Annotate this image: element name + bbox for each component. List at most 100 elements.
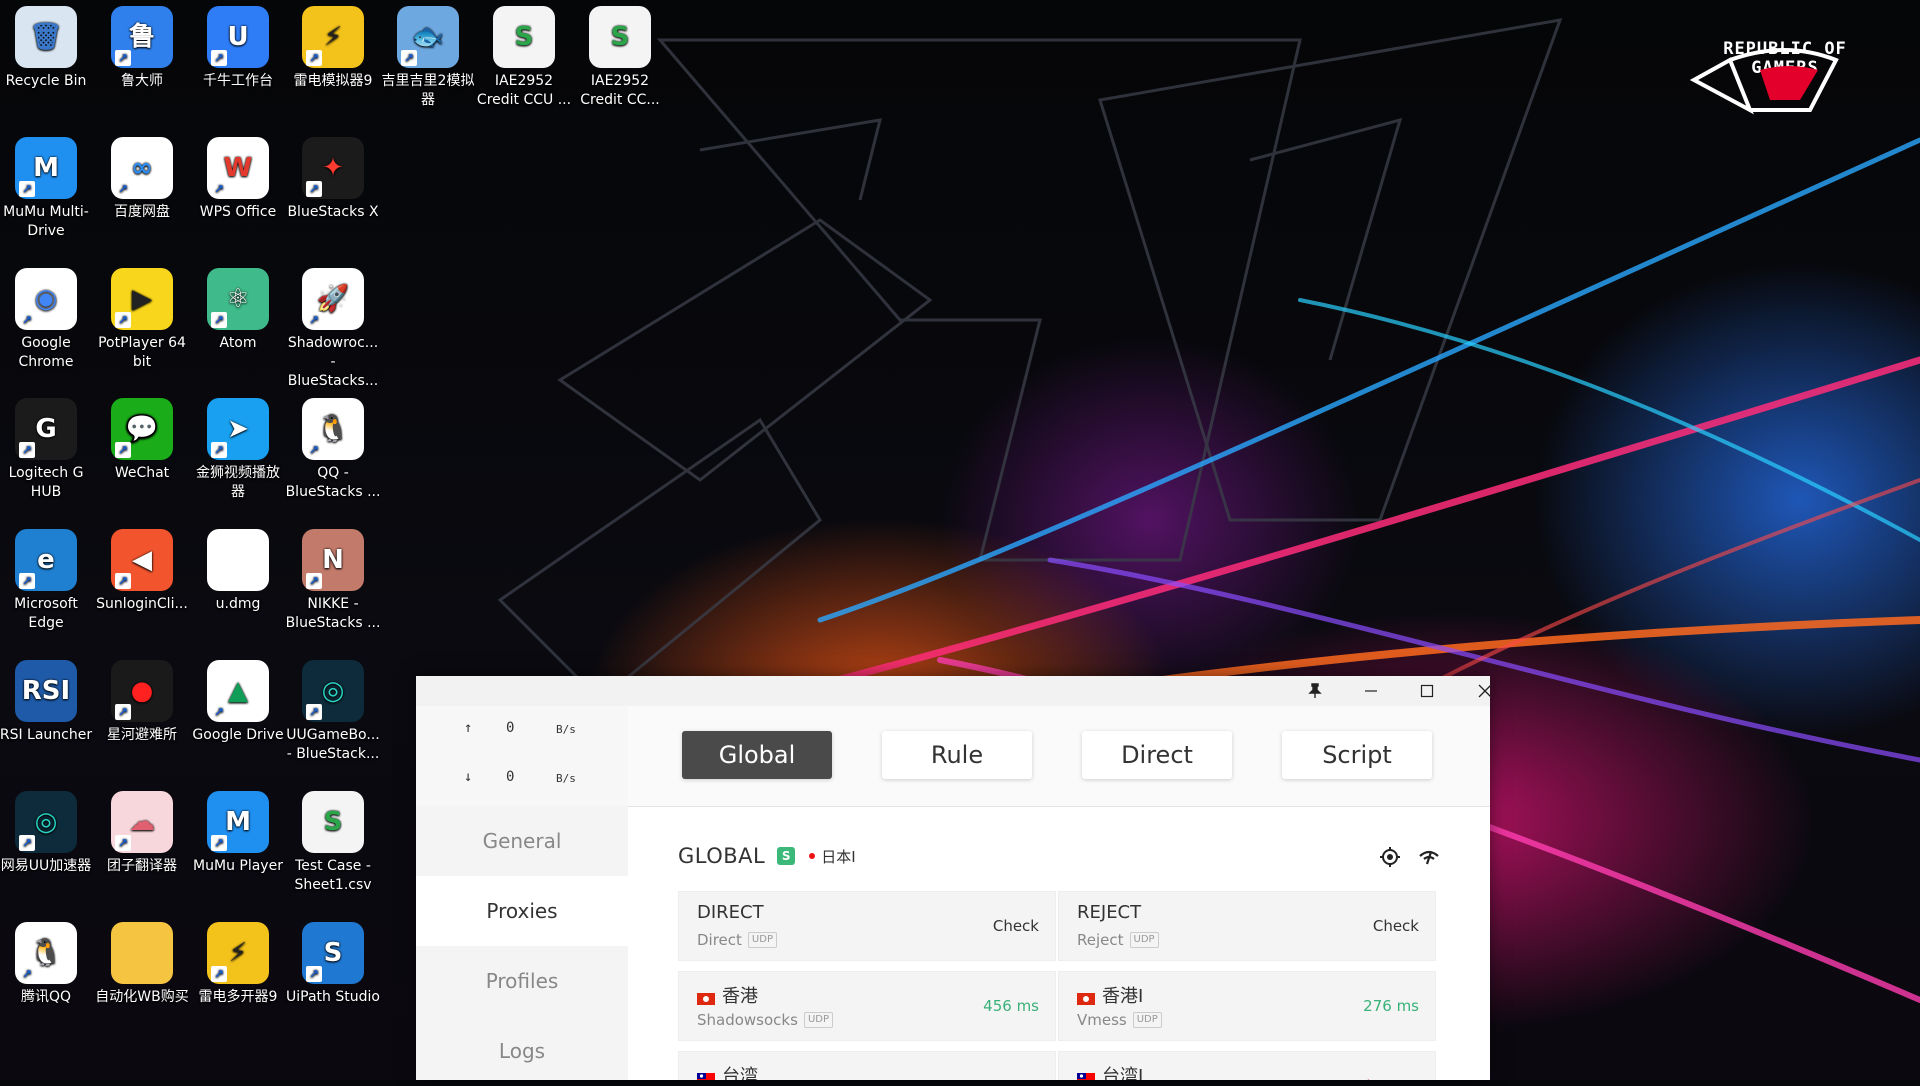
desktop-icon-label: WPS Office xyxy=(199,204,277,220)
sidebar: ↑ 0 B/s ↓ 0 B/s General Proxies Profiles… xyxy=(416,706,628,1080)
desktop-icon[interactable]: S IAE2952 Credit CC... xyxy=(572,0,668,110)
check-delay-button[interactable]: Check xyxy=(1373,917,1419,935)
check-delay-button[interactable]: Check xyxy=(993,917,1039,935)
desktop-icon[interactable]: S ↗ UiPath Studio xyxy=(285,916,381,1007)
shortcut-arrow-icon: ↗ xyxy=(211,966,227,982)
desktop-icon[interactable]: e ↗ Microsoft Edge xyxy=(0,523,94,633)
desktop-icon[interactable]: 🐧 ↗ 腾讯QQ xyxy=(0,916,94,1007)
desktop-icon-label: Google Chrome xyxy=(18,335,74,370)
desktop-icon[interactable]: W ↗ WPS Office xyxy=(190,131,286,222)
desktop-icon[interactable]: ☁ ↗ 团子翻译器 xyxy=(94,785,190,876)
nav-general[interactable]: General xyxy=(416,806,628,876)
traffic-meter: ↑ 0 B/s ↓ 0 B/s xyxy=(416,706,628,806)
app-icon: M ↗ xyxy=(15,137,77,199)
desktop-icon[interactable]: G ↗ Logitech G HUB xyxy=(0,392,94,502)
mode-global-button[interactable]: Global xyxy=(682,731,832,779)
desktop-icon[interactable]: 🗑 Recycle Bin xyxy=(0,0,94,91)
proxy-card[interactable]: 香港I Vmess UDP 276 ms xyxy=(1058,971,1436,1041)
proxy-card[interactable]: 台湾IVmessUDPTimeout xyxy=(1058,1051,1436,1080)
app-icon: 鲁 ↗ xyxy=(111,6,173,68)
locate-icon[interactable] xyxy=(1379,846,1401,868)
proxy-group-header[interactable]: GLOBAL S 日本I xyxy=(678,841,856,871)
close-button[interactable] xyxy=(1462,676,1508,706)
maximize-button[interactable] xyxy=(1404,676,1450,706)
desktop-icon-label: UiPath Studio xyxy=(286,989,380,1005)
proxy-name-text: 香港I xyxy=(1102,986,1144,1007)
app-icon: W ↗ xyxy=(207,137,269,199)
app-icon: ◀ ↗ xyxy=(111,529,173,591)
download-unit: B/s xyxy=(556,772,576,785)
app-icon xyxy=(207,529,269,591)
desktop-icon[interactable]: N ↗ NIKKE - BlueStacks ... xyxy=(285,523,381,633)
minimize-button[interactable] xyxy=(1348,676,1394,706)
desktop-icon[interactable]: ◀ ↗ SunloginCli... xyxy=(94,523,190,614)
desktop-icon-label: 星河避难所 xyxy=(107,727,177,743)
desktop-icon[interactable]: ⚛ ↗ Atom xyxy=(190,262,286,353)
app-icon xyxy=(111,922,173,984)
desktop-icon[interactable]: ◉ ↗ Google Chrome xyxy=(0,262,94,372)
app-icon: ⚡ ↗ xyxy=(207,922,269,984)
desktop-icon[interactable]: 🐧 ↗ QQ - BlueStacks ... xyxy=(285,392,381,502)
mode-script-button[interactable]: Script xyxy=(1282,731,1432,779)
desktop-icon[interactable]: 💬 ↗ WeChat xyxy=(94,392,190,483)
proxy-group-selected-label: 日本I xyxy=(821,847,856,866)
app-icon: 🐟 ↗ xyxy=(397,6,459,68)
desktop-icon-label: 吉里吉里2模拟器 xyxy=(381,73,475,108)
desktop-icon[interactable]: ➤ ↗ 金狮视频播放器 xyxy=(190,392,286,502)
app-icon: ▶ ↗ xyxy=(111,268,173,330)
clash-window: ↑ 0 B/s ↓ 0 B/s General Proxies Profiles… xyxy=(416,676,1492,1080)
desktop-icon[interactable]: ⚡ ↗ 雷电多开器9 xyxy=(190,916,286,1007)
shortcut-arrow-icon: ↗ xyxy=(306,442,322,458)
desktop-icon[interactable]: 鲁 ↗ 鲁大师 xyxy=(94,0,190,91)
desktop-icon[interactable]: ◎ ↗ UUGameBo... - BlueStack... xyxy=(285,654,381,764)
download-value: 0 xyxy=(506,769,515,785)
desktop-icon[interactable]: ▲ ↗ Google Drive xyxy=(190,654,286,745)
desktop-icon[interactable]: M ↗ MuMu Player xyxy=(190,785,286,876)
desktop-icon[interactable]: 🐟 ↗ 吉里吉里2模拟器 xyxy=(380,0,476,110)
mode-direct-button[interactable]: Direct xyxy=(1082,731,1232,779)
desktop-icon[interactable]: ▶ ↗ PotPlayer 64 bit xyxy=(94,262,190,372)
desktop-icon[interactable]: M ↗ MuMu Multi-Drive xyxy=(0,131,94,241)
desktop-icon[interactable]: ● ↗ 星河避难所 xyxy=(94,654,190,745)
shortcut-arrow-icon: ↗ xyxy=(115,573,131,589)
pin-icon[interactable] xyxy=(1292,676,1338,706)
nav-profiles[interactable]: Profiles xyxy=(416,946,628,1016)
desktop-icon[interactable]: ◎ ↗ 网易UU加速器 xyxy=(0,785,94,876)
desktop-icon-label: Microsoft Edge xyxy=(14,596,78,631)
desktop-icon-label: 团子翻译器 xyxy=(107,858,177,874)
desktop-icon-label: 腾讯QQ xyxy=(20,989,72,1005)
desktop-icon[interactable]: RSI RSI Launcher xyxy=(0,654,94,745)
desktop-icon[interactable]: ✦ ↗ BlueStacks X xyxy=(285,131,381,222)
desktop-icon[interactable]: u.dmg xyxy=(190,523,286,614)
proxy-type-text: Reject xyxy=(1077,931,1124,949)
app-icon: U ↗ xyxy=(207,6,269,68)
proxy-name: DIRECT xyxy=(697,902,764,923)
desktop-icon[interactable]: ⚡ ↗ 雷电模拟器9 xyxy=(285,0,381,91)
desktop-icon[interactable]: S IAE2952 Credit CCU ... xyxy=(476,0,572,110)
desktop-icon[interactable]: 🚀 ↗ Shadowroc... - BlueStacks... xyxy=(285,262,381,391)
desktop-icon-label: IAE2952 Credit CC... xyxy=(580,73,660,108)
nav-logs[interactable]: Logs xyxy=(416,1016,628,1086)
download-speed: ↓ 0 B/s xyxy=(464,769,614,789)
mode-rule-button[interactable]: Rule xyxy=(882,731,1032,779)
proxy-card[interactable]: 香港 Shadowsocks UDP 456 ms xyxy=(678,971,1056,1041)
proxy-name: 台湾I xyxy=(1077,1062,1143,1080)
proxy-delay[interactable]: 276 ms xyxy=(1363,997,1419,1015)
desktop-icon[interactable]: ∞ ↗ 百度网盘 xyxy=(94,131,190,222)
desktop-icon[interactable]: 自动化WB购买 xyxy=(94,916,190,1007)
proxy-card[interactable]: REJECT Reject UDP Check xyxy=(1058,891,1436,961)
shortcut-arrow-icon: ↗ xyxy=(115,704,131,720)
shortcut-arrow-icon: ↗ xyxy=(211,50,227,66)
desktop-icon[interactable]: S Test Case - Sheet1.csv xyxy=(285,785,381,895)
proxy-card[interactable]: 台湾ShadowsocksUDP328 ms xyxy=(678,1051,1056,1080)
proxy-card[interactable]: DIRECT Direct UDP Check xyxy=(678,891,1056,961)
shortcut-arrow-icon: ↗ xyxy=(306,50,322,66)
proxy-delay[interactable]: 456 ms xyxy=(983,997,1039,1015)
shortcut-arrow-icon: ↗ xyxy=(19,312,35,328)
desktop-icon[interactable]: U ↗ 千牛工作台 xyxy=(190,0,286,91)
window-titlebar[interactable] xyxy=(416,676,1492,706)
proxy-type-text: Vmess xyxy=(1077,1011,1127,1029)
proxy-group-name: GLOBAL xyxy=(678,844,766,868)
nav-proxies[interactable]: Proxies xyxy=(416,876,628,946)
speed-test-icon[interactable] xyxy=(1418,846,1440,868)
